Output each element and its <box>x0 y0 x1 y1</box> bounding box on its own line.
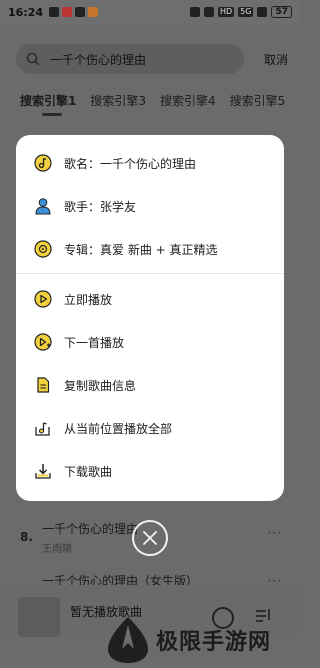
close-button[interactable] <box>132 520 168 556</box>
list-item-artist: 王雨曦 <box>42 544 72 555</box>
song-name-label: 歌名：一千个伤心的理由 <box>64 156 197 171</box>
play-from-here-item[interactable]: 从当前位置播放全部 <box>16 408 284 448</box>
copy-info-icon <box>37 377 50 393</box>
watermark-text: 极限手游网 <box>156 630 272 655</box>
status-time: 16:24 <box>8 5 44 19</box>
wifi-icon <box>257 7 268 17</box>
album-label: 专辑：真爱 新曲 + 真正精选 <box>64 242 218 257</box>
album-row: 专辑：真爱 新曲 + 真正精选 <box>16 229 284 269</box>
singer-label: 歌手：张学友 <box>64 199 137 214</box>
tab-engine-4[interactable]: 搜索引擎4 <box>160 92 216 109</box>
song-options-sheet: 歌名：一千个伤心的理由 歌手：张学友 专辑：真爱 新曲 + 真正精选 立即播放 <box>16 135 284 501</box>
tab-engine-3[interactable]: 搜索引擎3 <box>90 92 146 109</box>
tab-engine-5[interactable]: 搜索引擎5 <box>230 92 286 109</box>
system-icons: HD 5G 57 <box>189 6 292 18</box>
play-next-label: 下一首播放 <box>64 335 125 350</box>
album-cover <box>18 597 60 637</box>
watermark: 极限手游网 <box>104 612 271 668</box>
signal-icon: 5G <box>238 7 254 17</box>
divider <box>16 273 284 274</box>
list-item-number: 8. <box>20 530 33 544</box>
search-input[interactable]: 一千个伤心的理由 <box>16 44 244 74</box>
play-from-here-label: 从当前位置播放全部 <box>64 421 173 436</box>
app-notification-icon <box>62 7 73 17</box>
search-icon <box>26 52 40 66</box>
download-label: 下载歌曲 <box>64 464 113 479</box>
search-query: 一千个伤心的理由 <box>50 52 147 67</box>
download-item[interactable]: 下载歌曲 <box>16 451 284 491</box>
search-row: 一千个伤心的理由 取消 <box>16 44 288 74</box>
mute-icon <box>203 7 214 17</box>
play-now-item[interactable]: 立即播放 <box>16 279 284 319</box>
more-icon[interactable]: ··· <box>268 526 282 540</box>
play-next-item[interactable]: 下一首播放 <box>16 322 284 362</box>
download-icon <box>35 464 51 479</box>
hd-icon: HD <box>217 7 235 17</box>
cancel-button[interactable]: 取消 <box>244 51 288 68</box>
album-icon <box>34 240 52 258</box>
singer-row: 歌手：张学友 <box>16 186 284 226</box>
play-now-label: 立即播放 <box>64 292 113 307</box>
alarm-icon <box>189 7 200 17</box>
song-name-row: 歌名：一千个伤心的理由 <box>16 143 284 183</box>
close-icon <box>143 531 157 545</box>
battery-icon: 57 <box>271 6 292 18</box>
notification-icons <box>49 7 99 17</box>
app-notification-icon <box>49 7 60 17</box>
play-from-here-icon <box>35 422 50 436</box>
tab-engine-1[interactable]: 搜索引擎1 <box>20 92 76 116</box>
status-bar: 16:24 HD 5G 57 <box>0 0 300 24</box>
music-note-icon <box>34 154 52 172</box>
app-notification-icon <box>75 7 86 17</box>
list-item-title: 一千个伤心的理由 <box>42 522 139 536</box>
watermark-logo <box>108 617 148 663</box>
play-now-icon <box>34 290 52 308</box>
play-next-icon <box>34 333 52 351</box>
copy-info-item[interactable]: 复制歌曲信息 <box>16 365 284 405</box>
copy-info-label: 复制歌曲信息 <box>64 378 137 393</box>
app-notification-icon <box>88 7 99 17</box>
engine-tabs: 搜索引擎1 搜索引擎3 搜索引擎4 搜索引擎5 <box>20 92 286 116</box>
singer-icon <box>35 198 51 215</box>
